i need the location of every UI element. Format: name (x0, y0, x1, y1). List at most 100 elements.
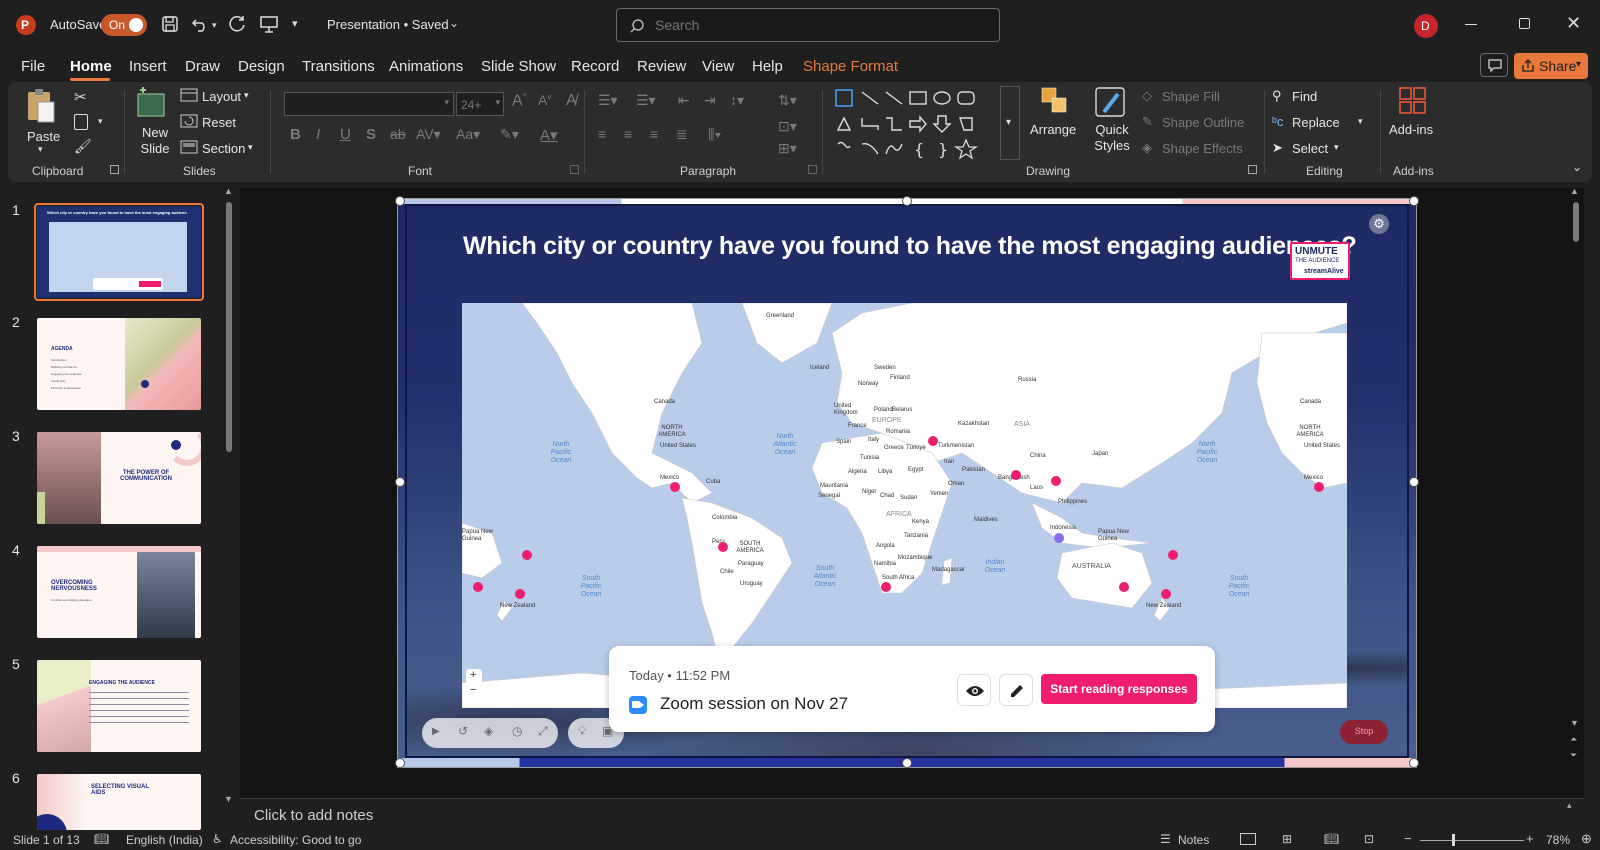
align-text-icon[interactable]: ⊡▾ (778, 118, 797, 135)
quick-styles-button[interactable]: Quick Styles (1086, 86, 1136, 158)
shape-outline-button[interactable]: ✎ Shape Outline (1142, 114, 1252, 132)
language-status[interactable]: English (India) (126, 833, 203, 847)
change-case-icon[interactable]: Aa▾ (456, 126, 480, 143)
minimize-button[interactable] (1465, 24, 1477, 25)
layout-button[interactable]: Layout ▾ (180, 88, 260, 106)
resize-handle-w[interactable] (395, 477, 405, 487)
shape-fill-button[interactable]: ◇ Shape Fill (1142, 88, 1242, 106)
replace-button[interactable]: ᵇc Replace ▾ (1272, 114, 1372, 132)
undo-icon[interactable] (190, 14, 210, 34)
fit-to-window-icon[interactable]: ⊕ (1581, 831, 1592, 847)
zoom-slider-track[interactable] (1420, 840, 1524, 841)
document-title[interactable]: Presentation • Saved (327, 17, 449, 32)
resize-handle-sw[interactable] (395, 758, 405, 768)
title-chevron-icon[interactable]: ⌄ (449, 16, 459, 30)
notes-placeholder[interactable]: Click to add notes (254, 807, 373, 824)
font-color-icon[interactable]: A▾ (540, 126, 558, 144)
search-box[interactable] (616, 8, 1000, 42)
reading-view-icon[interactable]: 📖︎ (1324, 832, 1339, 846)
format-painter-icon[interactable]: 🖌 (74, 138, 92, 155)
zoom-level[interactable]: 78% (1546, 833, 1570, 847)
decrease-font-icon[interactable]: Av (538, 92, 551, 108)
slide-thumbnail-3[interactable]: THE POWER OF COMMUNICATION (37, 432, 201, 524)
copy-icon[interactable] (74, 114, 88, 130)
justify-icon[interactable]: ≣ (676, 126, 688, 143)
find-button[interactable]: ⚲ Find (1272, 88, 1342, 106)
cut-icon[interactable]: ✂ (74, 88, 87, 106)
strikethrough-icon[interactable]: ab (390, 126, 406, 142)
increase-indent-icon[interactable]: ⇥ (704, 92, 716, 109)
editor-scroll-up[interactable]: ▲ (1570, 186, 1579, 196)
shadow-icon[interactable]: S (366, 126, 376, 143)
accessibility-icon[interactable]: ♿︎ (212, 832, 223, 846)
accessibility-status[interactable]: Accessibility: Good to go (230, 833, 361, 847)
shapes-more-button[interactable]: ▾ (1000, 86, 1020, 160)
paragraph-launcher-icon[interactable] (808, 165, 817, 174)
text-direction-icon[interactable]: ⇅▾ (778, 92, 797, 109)
section-button[interactable]: Section ▾ (180, 140, 260, 158)
italic-icon[interactable]: I (316, 126, 320, 143)
avatar[interactable]: D (1414, 14, 1438, 38)
shape-effects-button[interactable]: ◈ Shape Effects (1142, 140, 1252, 158)
tab-shape-format[interactable]: Shape Format (803, 58, 898, 75)
resize-handle-nw[interactable] (395, 196, 405, 206)
close-button[interactable]: ✕ (1566, 13, 1581, 34)
arrange-button[interactable]: Arrange (1030, 86, 1080, 158)
font-size-box[interactable]: 24+ ▾ (456, 92, 504, 116)
autosave-toggle[interactable]: On (101, 14, 147, 36)
clear-formatting-icon[interactable]: A̸ (566, 92, 577, 110)
tab-review[interactable]: Review (637, 58, 686, 75)
select-button[interactable]: ➤ Select ▾ (1272, 140, 1352, 158)
drawing-launcher-icon[interactable] (1248, 165, 1257, 174)
character-spacing-icon[interactable]: AV▾ (416, 126, 441, 143)
slide-thumbnail-1[interactable]: Which city or country have you found to … (37, 206, 201, 298)
tab-insert[interactable]: Insert (129, 58, 167, 75)
thumbnail-scroll-down[interactable]: ▼ (224, 794, 233, 804)
reset-button[interactable]: Reset (180, 114, 250, 132)
slide-thumbnail-6[interactable]: SELECTING VISUAL AIDS (37, 774, 201, 830)
editor-scroll-down[interactable]: ▼ (1570, 718, 1579, 728)
smartart-icon[interactable]: ⊞▾ (778, 140, 797, 157)
line-spacing-icon[interactable]: ↕▾ (730, 92, 744, 109)
resize-handle-n[interactable] (902, 196, 912, 206)
slide-thumbnail-5[interactable]: ENGAGING THE AUDIENCE (37, 660, 201, 752)
decrease-indent-icon[interactable]: ⇤ (678, 92, 690, 109)
resize-handle-ne[interactable] (1409, 196, 1419, 206)
tab-slide-show[interactable]: Slide Show (481, 58, 556, 75)
add-ins-button[interactable]: Add-ins (1388, 86, 1438, 158)
previous-slide-icon[interactable]: ⏶ (1570, 734, 1577, 745)
comments-button[interactable] (1480, 53, 1508, 77)
save-icon[interactable] (160, 14, 180, 34)
tab-transitions[interactable]: Transitions (302, 58, 375, 75)
resize-handle-se[interactable] (1409, 758, 1419, 768)
paste-button[interactable]: Paste ▾ (24, 86, 60, 158)
next-slide-icon[interactable]: ⏷ (1570, 750, 1577, 761)
copy-dropdown-icon[interactable]: ▾ (98, 116, 103, 127)
slide-sorter-icon[interactable]: ⊞ (1282, 832, 1292, 846)
share-button[interactable]: Share ▾ (1514, 53, 1588, 79)
slide-thumbnail-2[interactable]: AGENDA Introduction Building confidence … (37, 318, 201, 410)
tab-view[interactable]: View (702, 58, 734, 75)
spelling-icon[interactable]: 📖︎ (94, 832, 109, 846)
slide-thumbnail-4[interactable]: OVERCOMING NERVOUSNESS Confidence-buildi… (37, 546, 201, 638)
tab-animations[interactable]: Animations (389, 58, 463, 75)
numbering-icon[interactable]: ☰▾ (636, 92, 656, 109)
resize-handle-s[interactable] (902, 758, 912, 768)
tab-record[interactable]: Record (571, 58, 619, 75)
underline-icon[interactable]: U (340, 126, 351, 143)
tab-home[interactable]: Home (70, 58, 112, 75)
zoom-out-icon[interactable]: − (1404, 831, 1412, 846)
columns-icon[interactable]: ⫼▾ (708, 126, 721, 143)
align-right-icon[interactable]: ≡ (650, 126, 658, 142)
redo-icon[interactable] (227, 14, 247, 34)
normal-view-icon[interactable] (1240, 833, 1256, 845)
new-slide-button[interactable]: New Slide (132, 86, 176, 158)
notes-button[interactable]: ☰ Notes (1160, 831, 1230, 849)
collapse-ribbon-icon[interactable]: ⌄ (1572, 160, 1582, 174)
shapes-gallery[interactable]: { } (834, 88, 998, 162)
font-name-box[interactable]: ▾ (284, 92, 454, 116)
undo-dropdown-icon[interactable]: ▾ (212, 20, 217, 31)
notes-pane[interactable]: Click to add notes (240, 798, 1584, 830)
align-left-icon[interactable]: ≡ (598, 126, 606, 142)
tab-file[interactable]: File (21, 58, 45, 75)
